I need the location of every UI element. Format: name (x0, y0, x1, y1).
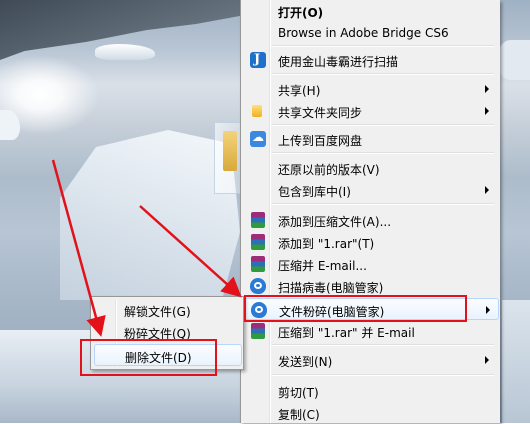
winrar-icon (251, 234, 265, 250)
context-menu: 打开(O) Browse in Adobe Bridge CS6 使用金山毒霸进… (240, 0, 500, 423)
menu-item-label: 打开(O) (278, 6, 324, 20)
menu-item-open[interactable]: 打开(O) (244, 0, 497, 22)
menu-item-include-library[interactable]: 包含到库中(I) (244, 179, 497, 201)
menu-item-add-archive[interactable]: 添加到压缩文件(A)... (244, 209, 497, 231)
submenu-arrow-icon (485, 85, 489, 93)
menu-item-label: 添加到压缩文件(A)... (278, 215, 392, 229)
menu-item-share-sync[interactable]: 共享文件夹同步 (244, 100, 497, 122)
annotation-box-delete (80, 339, 217, 376)
menu-item-compress-rar-email[interactable]: 压缩到 "1.rar" 并 E-mail (244, 320, 497, 342)
menu-item-label: 压缩并 E-mail... (278, 259, 367, 273)
menu-item-add-to-rar[interactable]: 添加到 "1.rar"(T) (244, 231, 497, 253)
menu-item-label: 剪切(T) (278, 386, 319, 400)
menu-separator (272, 152, 494, 154)
menu-separator (272, 124, 494, 126)
winrar-icon (251, 323, 265, 339)
submenu-arrow-icon (485, 186, 489, 194)
menu-item-copy[interactable]: 复制(C) (244, 402, 497, 424)
menu-item-label: 共享文件夹同步 (278, 106, 363, 120)
menu-separator (272, 374, 494, 376)
share-sync-icon (252, 105, 262, 117)
menu-item-label: 添加到 "1.rar"(T) (278, 237, 375, 251)
menu-item-adobe-bridge[interactable]: Browse in Adobe Bridge CS6 (244, 22, 497, 44)
submenu-arrow-icon (485, 107, 489, 115)
submenu-arrow-icon (486, 306, 490, 314)
jinshan-icon (250, 52, 266, 68)
iceberg (502, 300, 530, 423)
menu-item-label: 发送到(N) (278, 355, 333, 369)
menu-item-label: 包含到库中(I) (278, 185, 351, 199)
menu-item-label: 共享(H) (278, 84, 321, 98)
tencent-guard-icon (250, 278, 266, 294)
folder-icon[interactable] (214, 122, 242, 194)
floating-ice (95, 44, 155, 60)
submenu-item-unlock[interactable]: 解锁文件(G) (94, 299, 240, 321)
menu-item-compress-email[interactable]: 压缩并 E-mail... (244, 253, 497, 275)
menu-item-cut[interactable]: 剪切(T) (244, 380, 497, 402)
menu-separator (272, 45, 494, 47)
annotation-box-shredder (244, 295, 467, 322)
menu-item-share[interactable]: 共享(H) (244, 78, 497, 100)
menu-item-baidu-upload[interactable]: 上传到百度网盘 (244, 128, 497, 150)
submenu-item-label: 解锁文件(G) (124, 305, 191, 319)
menu-item-label: 还原以前的版本(V) (278, 163, 380, 177)
menu-item-label: Browse in Adobe Bridge CS6 (278, 26, 449, 40)
menu-separator (272, 344, 494, 346)
menu-item-send-to[interactable]: 发送到(N) (244, 349, 497, 371)
menu-item-scan-virus[interactable]: 扫描病毒(电脑管家) (244, 275, 497, 297)
menu-item-label: 扫描病毒(电脑管家) (278, 281, 384, 295)
winrar-icon (251, 212, 265, 228)
menu-separator (272, 203, 494, 205)
submenu-arrow-icon (485, 356, 489, 364)
winrar-icon (251, 256, 265, 272)
menu-separator (272, 73, 494, 75)
menu-item-jinshan-scan[interactable]: 使用金山毒霸进行扫描 (244, 49, 497, 71)
menu-item-restore-versions[interactable]: 还原以前的版本(V) (244, 157, 497, 179)
menu-item-label: 上传到百度网盘 (278, 134, 363, 148)
menu-item-label: 压缩到 "1.rar" 并 E-mail (278, 326, 415, 340)
menu-item-label: 复制(C) (278, 408, 320, 422)
menu-item-label: 使用金山毒霸进行扫描 (278, 55, 399, 69)
baidu-netdisk-icon (250, 130, 266, 147)
iceberg (60, 130, 240, 300)
floating-ice (498, 40, 530, 80)
